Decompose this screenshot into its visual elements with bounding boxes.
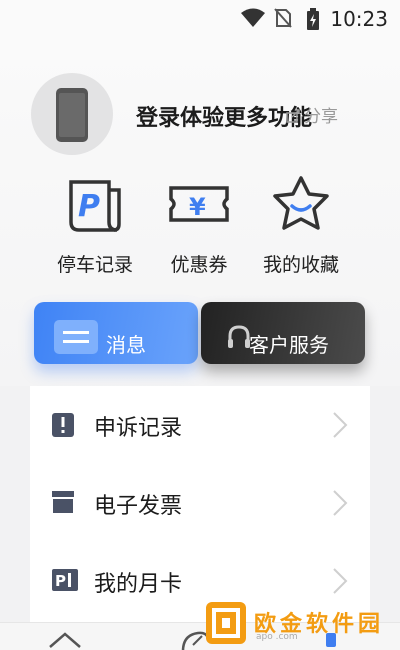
svg-text:¥: ¥ [189,193,206,221]
customer-service-card[interactable]: 客户服务 [201,302,365,364]
status-time: 10:23 [330,7,388,31]
quick-action-label: 优惠券 [170,254,228,276]
chevron-right-icon [333,490,348,516]
messages-card[interactable]: 消息 [34,302,198,364]
svg-text:P: P [55,572,66,590]
monthly-card-icon: P [52,569,78,591]
share-label: 分享 [304,107,338,127]
chevron-right-icon [333,568,348,594]
message-icon [54,320,98,354]
home-icon[interactable] [48,631,82,650]
battery-charging-icon [307,8,319,30]
quick-action-favorites[interactable]: 我的收藏 [251,172,351,277]
no-sim-icon [274,8,292,28]
share-button[interactable]: 分享 [286,102,338,127]
customer-service-label: 客户服务 [249,333,329,357]
menu-item-e-invoice[interactable]: 电子发票 [30,464,370,542]
wifi-icon [241,8,265,27]
menu-item-appeal-records[interactable]: 申诉记录 [30,386,370,464]
parking-record-icon: P [69,180,121,232]
menu-list: 申诉记录 电子发票 P 我的月卡 [30,386,370,626]
phone-icon [56,88,88,142]
status-bar: 10:23 [0,0,400,36]
watermark: 欧金软件园 apo .com [198,598,396,648]
invoice-icon [52,491,74,513]
menu-item-label: 申诉记录 [94,416,183,441]
quick-action-parking-record[interactable]: P 停车记录 [45,172,145,277]
share-icon [286,109,300,123]
avatar[interactable] [31,73,113,155]
menu-item-label: 电子发票 [94,494,183,519]
headset-icon [228,325,250,348]
quick-action-coupon[interactable]: ¥ 优惠券 [149,172,249,277]
coupon-icon: ¥ [169,186,229,222]
quick-action-label: 我的收藏 [262,254,339,276]
quick-action-label: 停车记录 [56,254,133,276]
watermark-url: apo .com [256,632,298,642]
star-icon [273,176,329,230]
alert-doc-icon [52,413,74,437]
watermark-logo-icon [206,602,246,644]
messages-label: 消息 [106,333,146,357]
menu-item-label: 我的月卡 [94,572,183,597]
svg-text:P: P [78,189,100,224]
chevron-right-icon [333,412,348,438]
